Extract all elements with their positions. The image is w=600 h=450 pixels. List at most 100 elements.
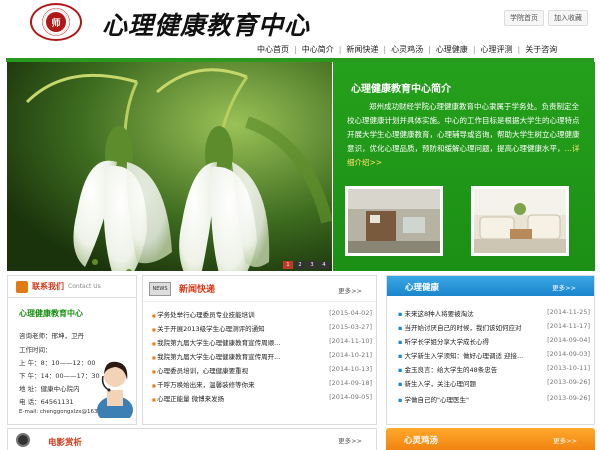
news-title: 新闻快递: [179, 285, 216, 295]
intro-text: 郑州成功财经学院心理健康教育中心隶属于学务处。负责制定全校心理健康计划并具体实施…: [347, 100, 585, 170]
health-item-title[interactable]: 新生入学，关注心理问题: [398, 378, 538, 391]
health-item-title[interactable]: 学做自己的"心理医生": [398, 394, 538, 407]
news-item[interactable]: 心理委员培训，心理健康要重视 [2014-10-13]: [152, 365, 372, 378]
health-item-title[interactable]: 大学新生入学须知：做好心理调适 迎接...: [398, 350, 538, 363]
news-item[interactable]: 心理正能量 微博来发扬 [2014-09-05]: [152, 393, 372, 406]
contact-title: 联系我们: [32, 282, 64, 291]
news-item-title[interactable]: 学务处举行心理委员专业技能培训: [152, 309, 312, 322]
news-item[interactable]: 关于开展2013级学生心理测评的通知 [2015-03-27]: [152, 323, 372, 336]
operator-illustration: [97, 361, 133, 418]
logo-emblem: 师: [46, 12, 66, 32]
health-item[interactable]: 未来这8种人将要被淘汰 [2014-11-25]: [398, 308, 590, 321]
health-item-date: [2013-09-26]: [547, 378, 590, 386]
movies-title: 电影赏析: [48, 438, 83, 448]
snowdrop-flower-image: [7, 62, 332, 271]
news-item-date: [2015-04-02]: [329, 309, 372, 317]
health-item[interactable]: 当开始讨厌自己的时候，我们该如何应对 [2014-11-17]: [398, 322, 590, 335]
slide-pager: 1 2 3 4: [283, 261, 329, 269]
health-item-date: [2014-09-03]: [547, 350, 590, 358]
health-item[interactable]: 新生入学，关注心理问题 [2013-09-26]: [398, 378, 590, 391]
news-item[interactable]: 我院第九届大学生心理健康教育宣传周顺... [2014-11-10]: [152, 337, 372, 350]
health-item[interactable]: 金玉良言：给大学生的48条忠告 [2013-10-11]: [398, 364, 590, 377]
health-item-date: [2013-09-26]: [547, 394, 590, 402]
news-item-date: [2014-09-05]: [329, 393, 372, 401]
news-item-title[interactable]: 我院第九届大学生心理健康教育宣传周顺...: [152, 337, 312, 350]
health-item-date: [2014-09-04]: [547, 336, 590, 344]
news-item-date: [2014-11-10]: [329, 337, 372, 345]
health-item-date: [2014-11-17]: [547, 322, 590, 330]
news-item-title[interactable]: 心理正能量 微博来发扬: [152, 393, 312, 406]
slide-dot-3[interactable]: 3: [307, 261, 317, 269]
health-title: 心理健康: [405, 283, 440, 293]
center-building-photo[interactable]: [345, 186, 443, 256]
contact-phone: 电 话：64561131: [19, 398, 74, 406]
news-item-date: [2014-10-13]: [329, 365, 372, 373]
news-item-title[interactable]: 我院第九届大学生心理健康教育宣传周开...: [152, 351, 312, 364]
news-item[interactable]: 我院第九届大学生心理健康教育宣传周开... [2014-10-21]: [152, 351, 372, 364]
health-more-link[interactable]: 更多>>: [552, 282, 576, 292]
health-panel: 心理健康 更多>> 未来这8种人将要被淘汰 [2014-11-25] 当开始讨厌自…: [386, 275, 595, 425]
contact-org-name: 心理健康教育中心: [19, 309, 83, 318]
news-item-title[interactable]: 关于开展2013级学生心理测评的通知: [152, 323, 312, 336]
news-item-title[interactable]: 心理委员培训，心理健康要重视: [152, 365, 312, 378]
news-item-date: [2014-09-18]: [329, 379, 372, 387]
slide-dot-4[interactable]: 4: [319, 261, 329, 269]
news-item[interactable]: 学务处举行心理委员专业技能培训 [2015-04-02]: [152, 309, 372, 322]
site-header: 师 心理健康教育中心 学院首页 加入收藏: [0, 0, 600, 42]
top-links: 学院首页 加入收藏: [504, 10, 588, 26]
building-photo-image: [348, 189, 440, 253]
newspaper-icon: NEWS: [149, 281, 171, 296]
contact-teacher: 咨询老师：邢坤，卫丹: [19, 332, 84, 340]
news-item-title[interactable]: 千呼万唤始出来，温馨装修等你来: [152, 379, 312, 392]
nav-item-health[interactable]: 心理健康: [431, 44, 473, 55]
nav-item-assessment[interactable]: 心理评测: [476, 44, 518, 55]
health-item-date: [2014-11-25]: [547, 308, 590, 316]
news-item-date: [2015-03-27]: [329, 323, 372, 331]
contact-hours-pm: 下 午：14：00——17：30: [19, 372, 100, 380]
consult-room-photo[interactable]: [471, 186, 569, 256]
health-item-title[interactable]: 当开始讨厌自己的时候，我们该如何应对: [398, 322, 538, 335]
book-icon: [16, 280, 28, 293]
center-intro-panel: 心理健康教育中心简介 郑州成功财经学院心理健康教育中心隶属于学务处。负责制定全校…: [333, 62, 595, 271]
nav-item-intro[interactable]: 中心简介: [297, 44, 339, 55]
contact-title-en: Contact Us: [68, 283, 101, 290]
school-logo[interactable]: 师: [30, 3, 82, 41]
contact-hours-label: 工作时间：: [19, 346, 52, 354]
news-item-date: [2014-10-21]: [329, 351, 372, 359]
health-item-title[interactable]: 金玉良言：给大学生的48条忠告: [398, 364, 538, 377]
health-item-title[interactable]: 听学长学姐分享大学成长心得: [398, 336, 538, 349]
health-item-title[interactable]: 未来这8种人将要被淘汰: [398, 308, 538, 321]
health-item-date: [2013-10-11]: [547, 364, 590, 372]
slide-dot-1[interactable]: 1: [283, 261, 293, 269]
contact-panel: 联系我们 Contact Us 心理健康教育中心 咨询老师：邢坤，卫丹 工作时间…: [7, 275, 137, 425]
contact-hours-am: 上 午：8：10——12：00: [19, 359, 96, 367]
health-item[interactable]: 听学长学姐分享大学成长心得 [2014-09-04]: [398, 336, 590, 349]
nav-item-consult[interactable]: 关于咨询: [520, 44, 562, 55]
health-item[interactable]: 大学新生入学须知：做好心理调适 迎接... [2014-09-03]: [398, 350, 590, 363]
add-favorite-link[interactable]: 加入收藏: [548, 10, 588, 26]
health-item[interactable]: 学做自己的"心理医生" [2013-09-26]: [398, 394, 590, 407]
soul-panel: 心灵鸡汤 更多>>: [386, 428, 595, 450]
soul-title: 心灵鸡汤: [404, 436, 439, 446]
nav-item-news[interactable]: 新闻快递: [341, 44, 383, 55]
news-header: NEWS 新闻快递 更多>>: [143, 276, 376, 302]
banner-slideshow[interactable]: 1 2 3 4: [7, 62, 332, 271]
health-header: 心理健康 更多>>: [387, 276, 594, 296]
college-home-link[interactable]: 学院首页: [504, 10, 544, 26]
news-panel: NEWS 新闻快递 更多>> 学务处举行心理委员专业技能培训 [2015-04-0…: [142, 275, 377, 425]
movies-panel: 电影赏析 更多>>: [7, 428, 377, 450]
intro-title: 心理健康教育中心简介: [351, 84, 451, 95]
nav-item-home[interactable]: 中心首页: [252, 44, 294, 55]
news-item[interactable]: 千呼万唤始出来，温馨装修等你来 [2014-09-18]: [152, 379, 372, 392]
contact-address: 地 址：健康中心院内: [19, 385, 80, 393]
movies-more-link[interactable]: 更多>>: [338, 435, 362, 445]
site-title: 心理健康教育中心: [102, 11, 311, 40]
intro-body: 郑州成功财经学院心理健康教育中心隶属于学务处。负责制定全校心理健康计划并具体实施…: [347, 102, 580, 153]
soul-more-link[interactable]: 更多>>: [553, 435, 577, 445]
slide-dot-2[interactable]: 2: [295, 261, 305, 269]
main-nav: 中心首页 | 中心简介 | 新闻快递 | 心灵鸡汤 | 心理健康 | 心理评测 | 关于咨询: [252, 41, 562, 57]
film-reel-icon: [16, 433, 30, 447]
consult-room-image: [474, 189, 566, 253]
nav-item-soul[interactable]: 心灵鸡汤: [386, 44, 428, 55]
news-more-link[interactable]: 更多>>: [338, 285, 362, 295]
